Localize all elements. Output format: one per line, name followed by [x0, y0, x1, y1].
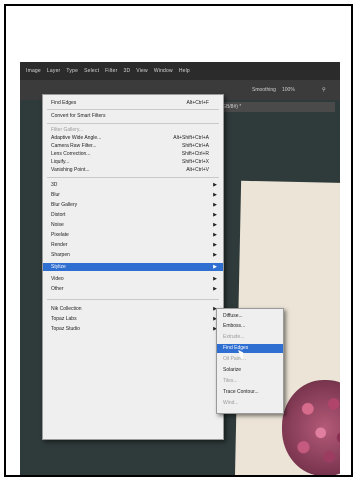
menubar-item-image[interactable]: Image	[26, 68, 41, 74]
menu-item-shortcut: Alt+Ctrl+V	[186, 167, 209, 173]
menubar-item-help[interactable]: Help	[179, 68, 190, 74]
menu-item-label: Vanishing Point...	[51, 167, 90, 173]
menu-item-label: Noise	[51, 222, 64, 228]
menu-item-label: Convert for Smart Filters	[51, 113, 106, 119]
menu-item-render[interactable]: Render ▶	[43, 241, 223, 249]
menu-item-label: Topaz Studio	[51, 326, 80, 332]
menu-item-label: Nik Collection	[51, 306, 82, 312]
menu-item-label: Pixelate	[51, 232, 69, 238]
chevron-right-icon: ▶	[213, 252, 217, 258]
submenu-item-oil-paint[interactable]: Oil Paint...	[217, 355, 283, 364]
chevron-right-icon: ▶	[213, 276, 217, 282]
menu-item-find-edges-last[interactable]: Find Edges Alt+Ctrl+F	[43, 99, 223, 107]
chevron-right-icon: ▶	[213, 212, 217, 218]
menubar-item-window[interactable]: Window	[154, 68, 173, 74]
menu-item-label: Render	[51, 242, 68, 248]
menu-item-label: Topaz Labs	[51, 316, 77, 322]
menu-item-label: Lens Correction...	[51, 151, 91, 157]
menu-item-noise[interactable]: Noise ▶	[43, 221, 223, 229]
menu-item-topaz-studio[interactable]: Topaz Studio ▶	[43, 325, 223, 333]
chevron-right-icon: ▶	[213, 242, 217, 248]
menubar-item-type[interactable]: Type	[66, 68, 78, 74]
menubar-item-3d[interactable]: 3D	[123, 68, 130, 74]
smoothing-label: Smoothing	[252, 87, 276, 93]
menu-item-blur[interactable]: Blur ▶	[43, 191, 223, 199]
menu-separator	[47, 299, 219, 300]
menu-item-liquify[interactable]: Liquify... Shift+Ctrl+X	[43, 158, 223, 166]
menu-item-label: Sharpen	[51, 252, 70, 258]
submenu-item-solarize[interactable]: Solarize	[217, 366, 283, 375]
submenu-item-tiles[interactable]: Tiles...	[217, 377, 283, 386]
menubar-item-filter[interactable]: Filter	[105, 68, 117, 74]
menu-item-distort[interactable]: Distort ▶	[43, 211, 223, 219]
menu-item-shortcut: Shift+Ctrl+X	[182, 159, 209, 165]
menu-item-shortcut: Alt+Shift+Ctrl+A	[173, 135, 209, 141]
submenu-item-diffuse[interactable]: Diffuse...	[217, 312, 283, 321]
menu-item-label: Other	[51, 286, 64, 292]
menu-item-nik-collection[interactable]: Nik Collection ▶	[43, 305, 223, 313]
menu-item-label: Camera Raw Filter...	[51, 143, 97, 149]
submenu-item-trace-contour[interactable]: Trace Contour...	[217, 388, 283, 397]
submenu-item-emboss[interactable]: Emboss...	[217, 322, 283, 331]
menubar-item-select[interactable]: Select	[84, 68, 99, 74]
zoom-value[interactable]: 100%	[282, 87, 295, 93]
chevron-right-icon: ▶	[213, 286, 217, 292]
menu-item-lens-correction[interactable]: Lens Correction... Shift+Ctrl+R	[43, 150, 223, 158]
search-icon[interactable]: ⚲	[322, 87, 326, 93]
chevron-right-icon: ▶	[213, 192, 217, 198]
filter-menu: Find Edges Alt+Ctrl+F Convert for Smart …	[42, 94, 224, 440]
menu-item-label: Adaptive Wide Angle...	[51, 135, 102, 141]
chevron-right-icon: ▶	[213, 222, 217, 228]
chevron-right-icon: ▶	[213, 182, 217, 188]
submenu-item-extrude[interactable]: Extrude...	[217, 333, 283, 342]
menu-item-vanishing-point[interactable]: Vanishing Point... Alt+Ctrl+V	[43, 166, 223, 174]
menu-item-blur-gallery[interactable]: Blur Gallery ▶	[43, 201, 223, 209]
submenu-item-wind[interactable]: Wind...	[217, 399, 283, 408]
menubar-item-layer[interactable]: Layer	[47, 68, 61, 74]
chevron-right-icon: ▶	[213, 264, 217, 270]
menu-item-shortcut: Alt+Ctrl+F	[186, 100, 209, 106]
menu-item-label: Blur Gallery	[51, 202, 78, 208]
menubar-item-view[interactable]: View	[136, 68, 148, 74]
menu-bar: Image Layer Type Select Filter 3D View W…	[20, 62, 340, 80]
menu-item-sharpen[interactable]: Sharpen ▶	[43, 251, 223, 259]
screen-photo: Image Layer Type Select Filter 3D View W…	[20, 62, 340, 475]
menu-item-label: Video	[51, 276, 64, 282]
menu-item-video[interactable]: Video ▶	[43, 275, 223, 283]
menu-item-other[interactable]: Other ▶	[43, 285, 223, 293]
menu-item-label: Find Edges	[51, 100, 77, 106]
chevron-right-icon: ▶	[213, 232, 217, 238]
chevron-right-icon: ▶	[213, 202, 217, 208]
menu-item-label: Blur	[51, 192, 60, 198]
menu-item-pixelate[interactable]: Pixelate ▶	[43, 231, 223, 239]
menu-item-label: 3D	[51, 182, 58, 188]
photo-frame: Image Layer Type Select Filter 3D View W…	[4, 4, 353, 477]
menu-item-3d[interactable]: 3D ▶	[43, 181, 223, 189]
menu-item-adaptive-wide-angle[interactable]: Adaptive Wide Angle... Alt+Shift+Ctrl+A	[43, 134, 223, 142]
menu-item-topaz-labs[interactable]: Topaz Labs ▶	[43, 315, 223, 323]
menu-separator	[47, 109, 219, 110]
menu-item-shortcut: Shift+Ctrl+R	[181, 151, 209, 157]
menu-item-convert-smart-filters[interactable]: Convert for Smart Filters	[43, 112, 223, 120]
menu-item-label: Filter Gallery...	[51, 127, 84, 133]
menu-item-camera-raw[interactable]: Camera Raw Filter... Shift+Ctrl+A	[43, 142, 223, 150]
menu-item-stylize[interactable]: Stylize ▶	[43, 263, 223, 271]
menu-separator	[47, 123, 219, 124]
menu-item-label: Liquify...	[51, 159, 70, 165]
stylize-submenu: Diffuse... Emboss... Extrude... Find Edg…	[216, 308, 284, 414]
menu-item-label: Stylize	[51, 264, 66, 270]
menu-separator	[47, 177, 219, 178]
submenu-item-find-edges[interactable]: Find Edges	[217, 344, 283, 353]
menu-item-label: Distort	[51, 212, 66, 218]
menu-item-filter-gallery[interactable]: Filter Gallery...	[43, 126, 223, 134]
menu-item-shortcut: Shift+Ctrl+A	[182, 143, 209, 149]
